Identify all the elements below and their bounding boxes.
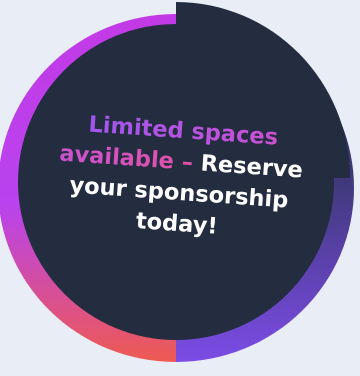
sponsorship-badge: Limited spaces available – Reserve your … <box>0 0 360 376</box>
badge-message: Limited spaces available – Reserve your … <box>36 106 324 249</box>
